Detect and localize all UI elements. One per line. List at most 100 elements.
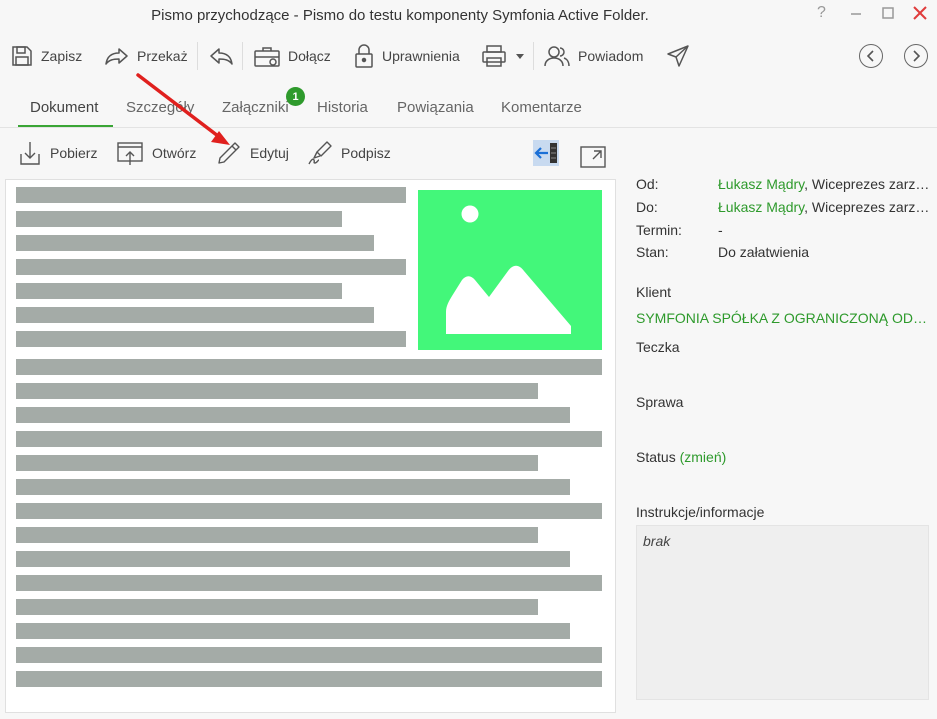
edit-button[interactable]: Edytuj: [216, 138, 289, 168]
forward-label: Przekaż: [137, 48, 188, 64]
state-label: Stan:: [636, 244, 669, 260]
text-line-placeholder: [16, 235, 374, 251]
status-change-link[interactable]: (zmień): [680, 449, 727, 465]
tab-history[interactable]: Historia: [317, 99, 368, 116]
sign-button[interactable]: Podpisz: [307, 138, 391, 168]
text-line-placeholder: [16, 671, 602, 687]
send-button[interactable]: [666, 38, 690, 74]
next-button[interactable]: [904, 44, 928, 68]
help-icon[interactable]: ?: [817, 4, 826, 22]
state-value: Do załatwienia: [718, 244, 810, 260]
landscape-icon: [446, 205, 571, 334]
notify-label: Powiadom: [578, 48, 644, 64]
instructions-box: brak: [636, 525, 929, 700]
from-label: Od:: [636, 176, 659, 192]
text-line-placeholder: [16, 599, 538, 615]
save-label: Zapisz: [41, 48, 83, 64]
download-icon: [20, 142, 40, 165]
print-button[interactable]: [480, 38, 525, 74]
fullscreen-button[interactable]: [580, 142, 606, 172]
main-toolbar: Zapisz Przekaż Dołącz Uprawnienia Powiad…: [0, 38, 937, 76]
instructions-value: brak: [643, 533, 671, 549]
instructions-label: Instrukcje/informacje: [636, 504, 765, 520]
title-bar: Pismo przychodzące - Pismo do testu komp…: [0, 0, 937, 32]
previous-button[interactable]: [859, 44, 883, 68]
tab-bar: Dokument Szczegóły Załączniki Historia P…: [0, 88, 937, 128]
sign-label: Podpisz: [341, 145, 391, 161]
text-line-placeholder: [16, 431, 602, 447]
tab-relations[interactable]: Powiązania: [397, 99, 474, 116]
floppy-icon: [12, 46, 32, 66]
to-value: Łukasz Mądry, Wiceprezes zarządu: [718, 199, 937, 215]
toolbar-divider: [242, 42, 243, 70]
to-name-link[interactable]: Łukasz Mądry: [718, 199, 804, 215]
due-value: -: [718, 222, 723, 238]
open-window-icon: [117, 142, 143, 165]
toolbar-divider: [533, 42, 534, 70]
briefcase-icon: [254, 47, 280, 67]
window-title: Pismo przychodzące - Pismo do testu komp…: [151, 7, 649, 24]
download-button[interactable]: Pobierz: [18, 138, 97, 168]
text-line-placeholder: [16, 187, 406, 203]
from-value: Łukasz Mądry, Wiceprezes zarządu: [718, 176, 937, 192]
case-label: Sprawa: [636, 394, 684, 410]
text-line-placeholder: [16, 331, 406, 347]
reply-button[interactable]: [208, 38, 234, 74]
attach-button[interactable]: Dołącz: [253, 38, 331, 74]
signature-icon: [308, 141, 332, 165]
minimize-icon[interactable]: [849, 6, 863, 25]
permissions-label: Uprawnienia: [382, 48, 460, 64]
text-line-placeholder: [16, 359, 602, 375]
open-button[interactable]: Otwórz: [116, 138, 196, 168]
forward-button[interactable]: Przekaż: [104, 38, 188, 74]
download-label: Pobierz: [50, 145, 98, 161]
open-label: Otwórz: [152, 145, 197, 161]
text-line-placeholder: [16, 455, 538, 471]
text-line-placeholder: [16, 283, 342, 299]
tab-comments[interactable]: Komentarze: [501, 99, 582, 116]
text-line-placeholder: [16, 307, 374, 323]
to-label: Do:: [636, 199, 658, 215]
tab-document[interactable]: Dokument: [30, 99, 98, 116]
folder-label: Teczka: [636, 339, 680, 355]
active-tab-indicator: [18, 125, 113, 127]
close-icon[interactable]: [912, 5, 928, 26]
expand-icon: [580, 146, 606, 168]
users-icon: [544, 46, 570, 67]
lock-icon: [355, 44, 373, 68]
due-label: Termin:: [636, 222, 682, 238]
to-role: , Wiceprezes zarządu: [804, 199, 937, 215]
chevron-left-icon: [866, 50, 874, 62]
attachments-count-badge: 1: [286, 87, 305, 106]
edit-label: Edytuj: [250, 145, 289, 161]
arrow-left-to-bar-icon: [534, 143, 557, 163]
text-line-placeholder: [16, 503, 602, 519]
client-link[interactable]: SYMFONIA SPÓŁKA Z OGRANICZONĄ ODPOWIEDZI…: [636, 310, 931, 326]
tab-details[interactable]: Szczegóły: [126, 99, 194, 116]
permissions-button[interactable]: Uprawnienia: [353, 38, 460, 74]
image-placeholder: [418, 190, 602, 350]
tab-attachments[interactable]: Załączniki: [222, 99, 289, 116]
status-row: Status (zmień): [636, 449, 726, 465]
attach-label: Dołącz: [288, 48, 331, 64]
reply-arrow-icon: [210, 48, 233, 65]
document-toolbar: Pobierz Otwórz Edytuj Podpisz: [0, 136, 620, 170]
paper-plane-icon: [667, 45, 689, 67]
printer-icon: [482, 45, 506, 67]
maximize-icon[interactable]: [881, 6, 895, 25]
toolbar-divider: [197, 42, 198, 70]
save-button[interactable]: Zapisz: [10, 38, 82, 74]
from-name-link[interactable]: Łukasz Mądry: [718, 176, 804, 192]
client-label: Klient: [636, 284, 672, 300]
text-line-placeholder: [16, 647, 602, 663]
text-line-placeholder: [16, 383, 538, 399]
text-line-placeholder: [16, 623, 570, 639]
forward-arrow-icon: [105, 48, 128, 65]
status-label: Status: [636, 449, 676, 465]
text-line-placeholder: [16, 551, 570, 567]
from-role: , Wiceprezes zarządu: [804, 176, 937, 192]
collapse-panel-button[interactable]: [533, 140, 559, 166]
pencil-icon: [218, 142, 240, 164]
document-preview[interactable]: [5, 179, 616, 713]
notify-button[interactable]: Powiadom: [543, 38, 643, 74]
